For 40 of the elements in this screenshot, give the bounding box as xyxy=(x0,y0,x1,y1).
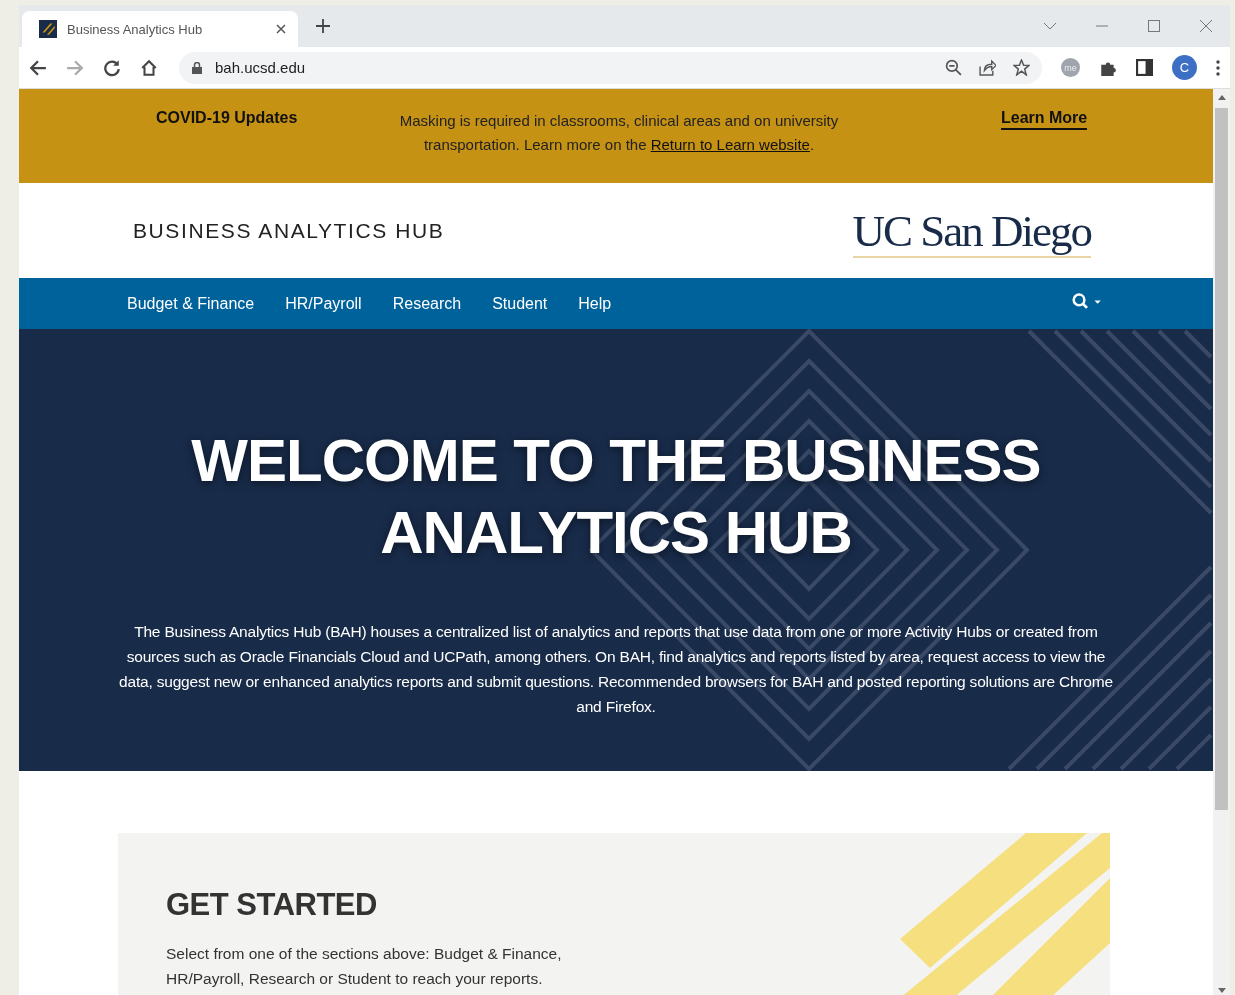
menu-icon[interactable] xyxy=(1216,59,1220,76)
nav-link[interactable]: Student xyxy=(492,294,548,313)
search-icon[interactable] xyxy=(1071,293,1103,310)
nav-link[interactable]: Research xyxy=(392,294,462,313)
scroll-up-icon[interactable] xyxy=(1217,95,1226,100)
get-started-heading: GET STARTED xyxy=(166,887,378,923)
close-icon[interactable] xyxy=(1200,20,1212,32)
scroll-thumb[interactable] xyxy=(1215,108,1228,810)
zoom-out-icon[interactable] xyxy=(945,59,962,76)
learn-more-link[interactable]: Learn More xyxy=(1001,109,1088,130)
hero-description: The Business Analytics Hub (BAH) houses a centralized list of analytics and reports that use data from one or more Activity Hubs or created from sources such as Oracle Financials Cloud and UCPath, among others. On BAH, find analytics and reports listed by area, request access to view the data, suggest new or enhanced analytics reports and submit questions. Recommended browsers for BAH and posted reporting solutions are Chrome and Firefox. xyxy=(118,622,1114,717)
lock-icon xyxy=(192,61,202,74)
tab-search-icon[interactable] xyxy=(1044,22,1056,30)
new-tab-icon[interactable] xyxy=(316,19,330,33)
browser-tab[interactable]: Business Analytics Hub xyxy=(22,11,298,47)
back-icon[interactable] xyxy=(29,58,47,77)
side-panel-icon[interactable] xyxy=(1136,59,1153,76)
banner-title: COVID-19 Updates xyxy=(156,109,298,127)
reload-icon[interactable] xyxy=(103,58,121,77)
favicon-icon xyxy=(39,20,57,38)
home-icon[interactable] xyxy=(140,58,158,77)
star-icon[interactable] xyxy=(1013,59,1030,76)
url-text: bah.ucsd.edu xyxy=(215,59,306,76)
maximize-icon[interactable] xyxy=(1148,20,1160,32)
profile-avatar[interactable]: C xyxy=(1172,55,1197,80)
tab-title: Business Analytics Hub xyxy=(67,21,204,37)
get-started-text: Select from one of the sections above: Budget & Finance, HR/Payroll, Research or Student to reach your reports. xyxy=(166,944,563,989)
address-bar[interactable]: bah.ucsd.edu xyxy=(179,51,1042,84)
nav-link[interactable]: Help xyxy=(578,294,612,313)
hero-title: WELCOME TO THE BUSINESS ANALYTICS HUB xyxy=(190,426,1042,568)
share-icon[interactable] xyxy=(979,59,996,76)
close-tab-icon[interactable] xyxy=(276,24,286,34)
return-to-learn-link[interactable]: Return to Learn website xyxy=(650,136,810,153)
logo[interactable]: UC San Diego xyxy=(852,209,1091,258)
scroll-down-icon[interactable] xyxy=(1217,988,1226,993)
banner-message: Masking is required in classrooms, clinical areas and on university transportation. Learn more on the Return to Learn website. xyxy=(398,111,840,155)
site-title: BUSINESS ANALYTICS HUB xyxy=(133,218,445,243)
nav-link[interactable]: Budget & Finance xyxy=(127,294,255,313)
scrollbar[interactable] xyxy=(1213,89,1230,995)
nav-link[interactable]: HR/Payroll xyxy=(285,294,362,313)
